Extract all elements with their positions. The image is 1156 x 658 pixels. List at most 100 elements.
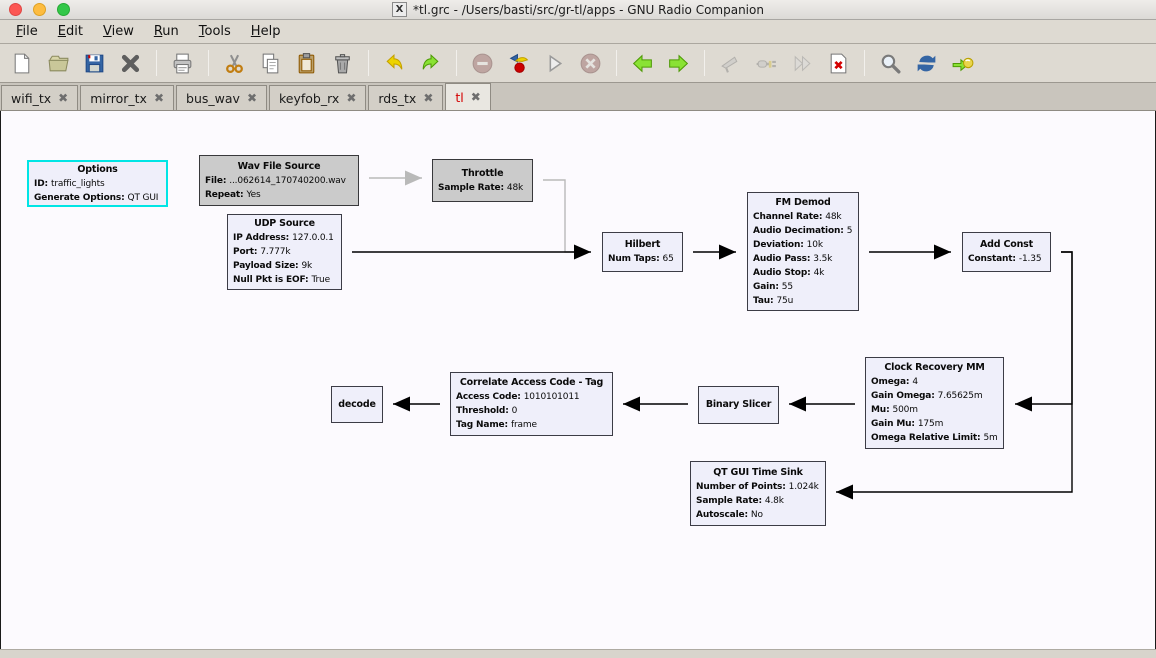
connection-arrowhead <box>789 397 806 412</box>
block-param: Audio Stop: 4k <box>753 266 853 280</box>
reload-icon <box>914 51 939 76</box>
plug-icon <box>754 51 779 76</box>
tab-mirror_tx[interactable]: mirror_tx✖ <box>80 85 174 110</box>
errors-icon <box>470 51 495 76</box>
block-correlate-access-code[interactable]: Correlate Access Code - TagAccess Code: … <box>450 372 613 436</box>
tab-close-icon[interactable]: ✖ <box>346 92 356 104</box>
open-button[interactable] <box>44 48 73 78</box>
horizontal-scrollbar[interactable] <box>0 649 1156 658</box>
paste-button[interactable] <box>292 48 321 78</box>
port-float-right[interactable] <box>532 172 533 188</box>
block-decode[interactable]: decode <box>331 386 383 423</box>
tab-close-icon[interactable]: ✖ <box>58 92 68 104</box>
undo-button[interactable] <box>380 48 409 78</box>
block-title: UDP Source <box>233 217 336 231</box>
minimize-window-button[interactable] <box>33 3 46 16</box>
title-bar: X *tl.grc - /Users/basti/src/gr-tl/apps … <box>0 0 1156 20</box>
port-float-right[interactable] <box>1050 244 1051 260</box>
forward-button[interactable] <box>664 48 693 78</box>
cut-button[interactable] <box>220 48 249 78</box>
block-param: Num Taps: 65 <box>608 252 677 266</box>
window-title: *tl.grc - /Users/basti/src/gr-tl/apps - … <box>413 3 764 17</box>
close-button[interactable] <box>116 48 145 78</box>
block-add-const[interactable]: Add ConstConstant: -1.35 <box>962 232 1051 272</box>
block-param: Gain Mu: 175m <box>871 417 998 431</box>
block-title: Hilbert <box>608 238 677 252</box>
back-button[interactable] <box>628 48 657 78</box>
execute-icon <box>542 51 567 76</box>
connection-arrowhead <box>934 245 951 260</box>
print-icon <box>170 51 195 76</box>
print-button[interactable] <box>168 48 197 78</box>
block-hilbert[interactable]: HilbertNum Taps: 65 <box>602 232 683 272</box>
block-param: ID: traffic_lights <box>34 177 161 191</box>
tab-label: tl <box>455 90 463 105</box>
block-param: Null Pkt is EOF: True <box>233 273 336 287</box>
block-clock-recovery-mm[interactable]: Clock Recovery MMOmega: 4Gain Omega: 7.6… <box>865 357 1004 449</box>
zoom-window-button[interactable] <box>57 3 70 16</box>
reload-button[interactable] <box>912 48 941 78</box>
redo-button[interactable] <box>416 48 445 78</box>
redo-icon <box>418 51 443 76</box>
port-float-right[interactable] <box>1003 396 1004 412</box>
new-button[interactable] <box>8 48 37 78</box>
block-title: Wav File Source <box>205 160 353 174</box>
save-icon <box>82 51 107 76</box>
tab-close-icon[interactable]: ✖ <box>423 92 433 104</box>
tab-label: wifi_tx <box>11 91 51 106</box>
menu-tools[interactable]: Tools <box>189 21 241 42</box>
port-byte-right[interactable] <box>612 396 613 412</box>
port-byte-right[interactable] <box>382 396 383 412</box>
block-binary-slicer[interactable]: Binary Slicer <box>698 386 779 424</box>
connection-add-const-to-clock-recovery-mm[interactable] <box>1015 252 1072 404</box>
connection-throttle-to-hilbert[interactable] <box>543 180 587 252</box>
flowgraph-canvas[interactable]: OptionsID: traffic_lightsGenerate Option… <box>0 111 1156 649</box>
tab-wifi_tx[interactable]: wifi_tx ✖ <box>1 85 78 110</box>
generate-button[interactable] <box>504 48 533 78</box>
tab-bus_wav[interactable]: bus_wav✖ <box>176 85 267 110</box>
block-param: IP Address: 127.0.0.1 <box>233 231 336 245</box>
block-wav-file-source[interactable]: Wav File SourceFile: ...062614_170740200… <box>199 155 359 206</box>
block-throttle[interactable]: ThrottleSample Rate: 48k <box>432 159 533 202</box>
back-icon <box>630 51 655 76</box>
port-float-right[interactable] <box>341 244 342 260</box>
menu-view[interactable]: View <box>93 21 144 42</box>
port-float-right[interactable] <box>358 170 359 186</box>
delete-button[interactable] <box>328 48 357 78</box>
menu-file[interactable]: File <box>6 21 48 42</box>
open-hier-icon <box>950 51 975 76</box>
connection-arrowhead <box>574 245 591 260</box>
block-title: Binary Slicer <box>704 398 773 412</box>
tab-close-icon[interactable]: ✖ <box>247 92 257 104</box>
port-float-right[interactable] <box>858 244 859 260</box>
block-options[interactable]: OptionsID: traffic_lightsGenerate Option… <box>27 160 168 207</box>
menu-help[interactable]: Help <box>241 21 291 42</box>
block-param: Tag Name: frame <box>456 418 607 432</box>
tab-keyfob_rx[interactable]: keyfob_rx✖ <box>269 85 366 110</box>
block-title: decode <box>337 398 377 412</box>
menu-edit[interactable]: Edit <box>48 21 93 42</box>
tab-close-icon[interactable]: ✖ <box>471 91 481 103</box>
block-udp-source[interactable]: UDP SourceIP Address: 127.0.0.1Port: 7.7… <box>227 214 342 290</box>
tab-tl[interactable]: tl ✖ <box>445 83 490 110</box>
view-errors-button <box>468 48 497 78</box>
copy-button[interactable] <box>256 48 285 78</box>
find-button[interactable] <box>876 48 905 78</box>
port-complex-right[interactable] <box>682 244 683 260</box>
x11-app-icon: X <box>392 2 407 17</box>
port-float-right[interactable] <box>778 397 779 413</box>
tab-close-icon[interactable]: ✖ <box>154 92 164 104</box>
port-float-right[interactable] <box>825 484 826 500</box>
error-report-button[interactable] <box>824 48 853 78</box>
menu-run[interactable]: Run <box>144 21 189 42</box>
open-hier-button[interactable] <box>948 48 977 78</box>
save-button[interactable] <box>80 48 109 78</box>
tab-rds_tx[interactable]: rds_tx✖ <box>368 85 443 110</box>
undo-icon <box>382 51 407 76</box>
close-window-button[interactable] <box>9 3 22 16</box>
block-title: Clock Recovery MM <box>871 361 998 375</box>
block-qt-gui-time-sink[interactable]: QT GUI Time SinkNumber of Points: 1.024k… <box>690 461 826 526</box>
block-fm-demod[interactable]: FM DemodChannel Rate: 48kAudio Decimatio… <box>747 192 859 311</box>
execute-button[interactable] <box>540 48 569 78</box>
kill-button <box>576 48 605 78</box>
